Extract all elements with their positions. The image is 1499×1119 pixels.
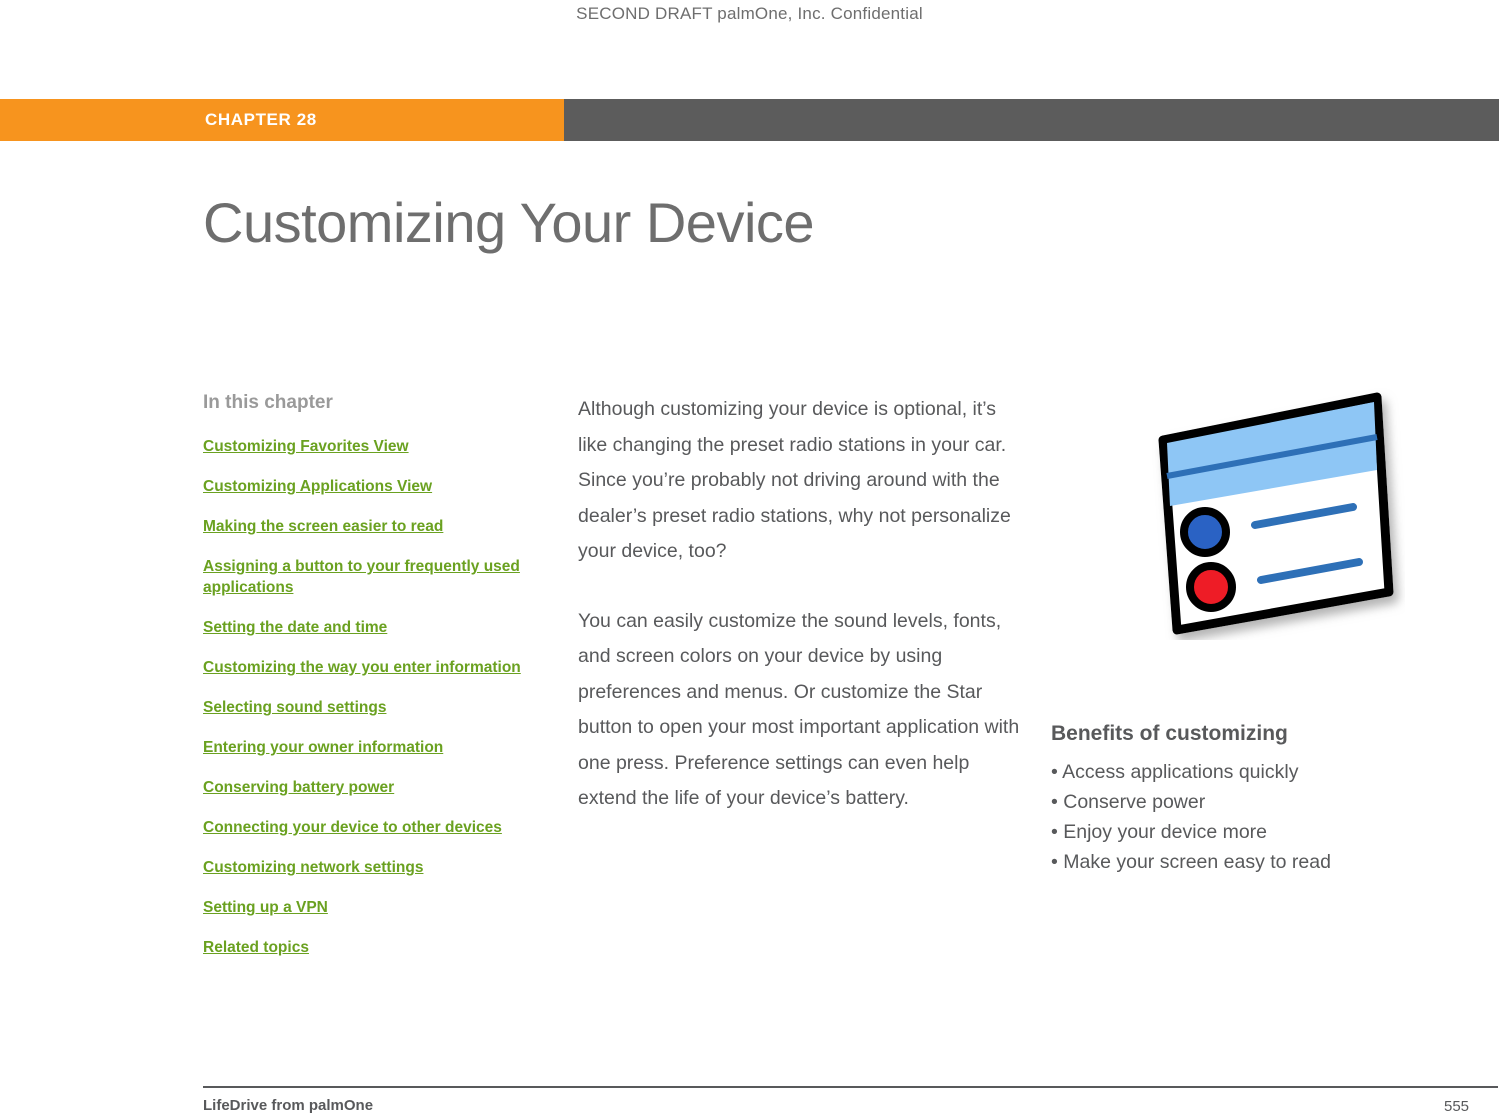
toc-heading: In this chapter [203,392,333,413]
benefits-block: Benefits of customizing • Access applica… [1051,722,1471,877]
confidential-notice: SECOND DRAFT palmOne, Inc. Confidential [576,4,923,23]
toc-link-related-topics[interactable]: Related topics [203,937,523,958]
chapter-label: CHAPTER 28 [205,110,317,129]
benefit-item-access-applications-quickly: • Access applications quickly [1051,761,1299,783]
footer-divider [203,1086,1498,1088]
toc-link-making-the-screen-easier-to-read[interactable]: Making the screen easier to read [203,516,523,537]
toc-link-setting-up-a-vpn[interactable]: Setting up a VPN [203,897,523,918]
in-this-chapter-list: In this chapter Customizing Favorites Vi… [203,392,523,977]
toc-link-customizing-favorites-view[interactable]: Customizing Favorites View [203,436,523,457]
device-screen-illustration [1145,385,1405,640]
benefit-item-make-your-screen-easy-to-read: • Make your screen easy to read [1051,851,1331,873]
toc-link-customizing-the-way-you-enter-information[interactable]: Customizing the way you enter informatio… [203,657,523,678]
benefits-title: Benefits of customizing [1051,722,1288,745]
document-page: SECOND DRAFT palmOne, Inc. Confidential … [0,0,1499,1119]
toc-link-connecting-your-device-to-other-devices[interactable]: Connecting your device to other devices [203,817,523,838]
toc-link-assigning-a-button[interactable]: Assigning a button to your frequently us… [203,556,523,598]
footer-product-name: LifeDrive from palmOne [203,1097,374,1114]
toc-link-customizing-network-settings[interactable]: Customizing network settings [203,857,523,878]
body-paragraph-2: You can easily customize the sound level… [578,609,1020,810]
toc-link-selecting-sound-settings[interactable]: Selecting sound settings [203,697,523,718]
footer-page-number: 555 [1444,1098,1470,1115]
toc-link-customizing-applications-view[interactable]: Customizing Applications View [203,476,523,497]
page-title: Customizing Your Device [203,191,815,254]
toc-link-entering-your-owner-information[interactable]: Entering your owner information [203,737,523,758]
body-text-column: Although customizing your device is opti… [578,392,1020,851]
toc-link-setting-the-date-and-time[interactable]: Setting the date and time [203,617,523,638]
toc-link-conserving-battery-power[interactable]: Conserving battery power [203,777,523,798]
benefit-item-conserve-power: • Conserve power [1051,791,1206,813]
body-paragraph-1: Although customizing your device is opti… [578,398,1011,562]
benefit-item-enjoy-your-device-more: • Enjoy your device more [1051,821,1268,843]
